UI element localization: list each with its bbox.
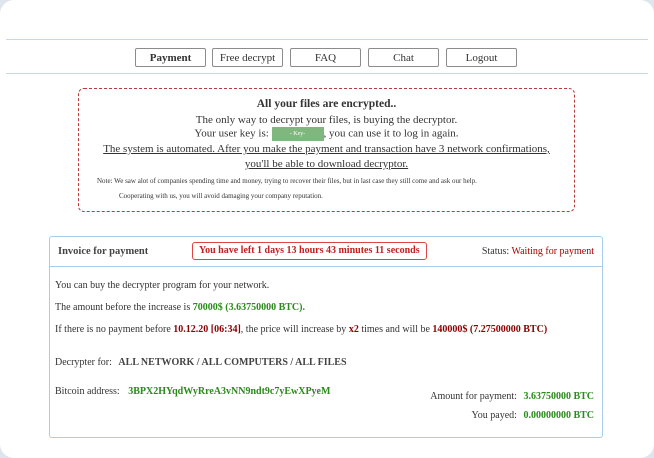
notice-note: Note: We saw alot of companies spending … <box>97 177 477 185</box>
page: Payment Free decrypt FAQ Chat Logout All… <box>0 0 654 458</box>
invoice-increase-line: If there is no payment before 10.12.20 [… <box>55 324 547 335</box>
increase-mid2: times and will be <box>361 324 430 335</box>
invoice-amount-line: The amount before the increase is 70000$… <box>55 302 305 313</box>
key-suffix: , you can use it to log in again. <box>323 127 459 140</box>
encryption-notice: All your files are encrypted.. The only … <box>78 88 575 212</box>
notice-automation-line: The system is automated. After you make … <box>103 143 550 155</box>
increased-amount-usd: 140000$ <box>432 324 468 335</box>
bitcoin-address[interactable]: 3BPX2HYqdWyRreA3vNN9ndt9c7yEwXPyeM <box>128 386 330 397</box>
status-value: Waiting for payment <box>511 246 594 257</box>
deadline-date: 10.12.20 [06:34] <box>173 324 241 335</box>
nav-faq-button[interactable]: FAQ <box>290 48 361 67</box>
decryptor-label: Decrypter for: <box>55 357 112 368</box>
invoice-header: Invoice for payment You have left 1 days… <box>50 237 602 267</box>
increase-factor: x2 <box>348 324 359 335</box>
invoice-panel: Invoice for payment You have left 1 days… <box>49 236 603 438</box>
amount-for-payment-label: Amount for payment: <box>430 391 517 402</box>
amount-btc: (3.63750000 BTC). <box>225 302 305 313</box>
key-prefix: Your user key is: <box>194 127 269 140</box>
notice-download-line: you'll be able to download decryptor. <box>244 158 409 170</box>
amount-prefix: The amount before the increase is <box>55 302 191 313</box>
bitcoin-address-line: Bitcoin address: 3BPX2HYqdWyRreA3vNN9ndt… <box>55 386 330 397</box>
invoice-title: Invoice for payment <box>58 246 149 257</box>
notice-line: The only way to decrypt your files, is b… <box>195 114 458 126</box>
top-divider <box>6 39 648 40</box>
decryptor-scope: ALL NETWORK / ALL COMPUTERS / ALL FILES <box>118 357 347 368</box>
nav-chat-button[interactable]: Chat <box>368 48 439 67</box>
amount-usd: 70000$ <box>192 302 223 313</box>
user-key-box[interactable]: - Key- <box>271 127 324 141</box>
nav-payment-button[interactable]: Payment <box>135 48 206 67</box>
payment-status: Status: Waiting for payment <box>482 246 594 257</box>
amount-for-payment-value: 3.63750000 BTC <box>523 391 594 402</box>
countdown-timer: You have left 1 days 13 hours 43 minutes… <box>192 242 427 260</box>
notice-key-line: Your user key is: - Key-, you can use it… <box>79 127 574 141</box>
notice-headline: All your files are encrypted.. <box>256 98 397 110</box>
decryptor-scope-line: Decrypter for: ALL NETWORK / ALL COMPUTE… <box>55 357 347 368</box>
amount-for-payment-line: Amount for payment: 3.63750000 BTC <box>430 391 594 402</box>
nav-logout-button[interactable]: Logout <box>446 48 517 67</box>
increase-mid: , the price will increase by <box>240 324 347 335</box>
bitcoin-label: Bitcoin address: <box>55 386 120 397</box>
payed-label: You payed: <box>471 410 517 421</box>
invoice-intro: You can buy the decrypter program for yo… <box>55 280 270 291</box>
nav-divider <box>6 73 648 74</box>
status-label: Status: <box>481 246 510 257</box>
increase-prefix: If there is no payment before <box>55 324 171 335</box>
increased-amount-btc: (7.27500000 BTC) <box>469 324 548 335</box>
payed-value: 0.00000000 BTC <box>523 410 594 421</box>
nav-free-decrypt-button[interactable]: Free decrypt <box>212 48 283 67</box>
payed-line: You payed: 0.00000000 BTC <box>472 410 594 421</box>
notice-note-2: Cooperating with us, you will avoid dama… <box>119 192 323 200</box>
